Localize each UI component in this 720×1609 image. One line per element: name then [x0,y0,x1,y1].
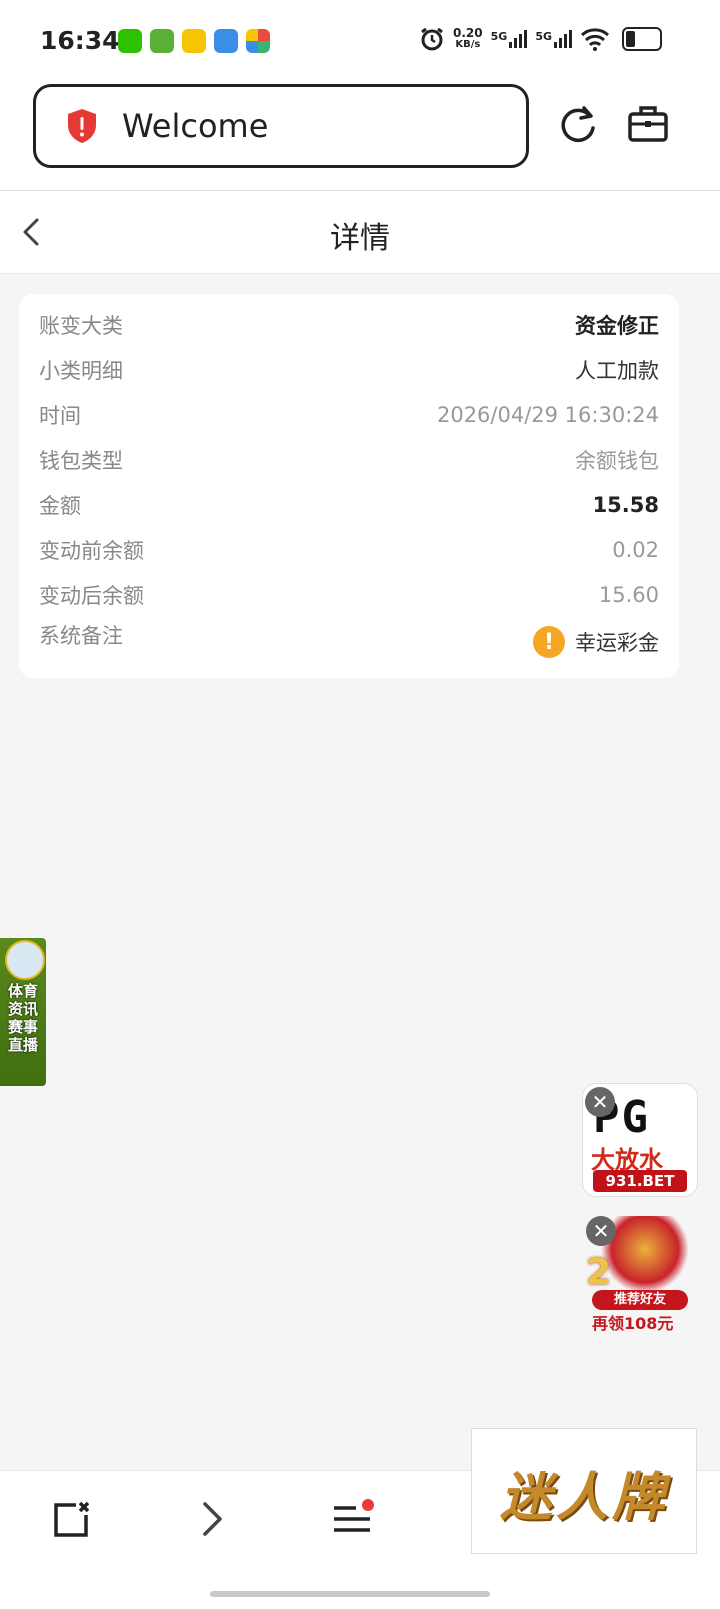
pinwheel-app-icon [246,29,270,53]
sports-news-ad[interactable]: 体育资讯赛事直播 [0,938,46,1086]
brand-logo: 迷人牌 [499,1468,668,1528]
detail-label: 系统备注 [39,624,123,648]
detail-row-amount: 金额 15.58 [39,485,659,525]
wechat-icon [118,29,142,53]
lottery-app-icon [182,29,206,53]
battery-icon [622,27,662,51]
detail-value: 幸运彩金 [575,631,659,655]
wifi-icon [580,28,610,51]
signal-bars-icon [509,30,528,48]
detail-row-subcategory: 小类明细 人工加款 [39,350,659,390]
detail-row-balance-after: 变动后余额 15.60 [39,575,659,615]
detail-label: 变动后余额 [39,584,144,608]
shield-alert-icon[interactable] [66,108,98,144]
transaction-detail-card: 账变大类 资金修正 小类明细 人工加款 时间 2026/04/29 16:30:… [19,294,679,678]
status-time: 16:34 [40,26,120,55]
address-text[interactable]: Welcome [122,107,268,145]
detail-row-remark: 系统备注 ! 幸运彩金 [39,620,659,670]
system-status: 0.20 KB/s 5G 5G [419,26,662,52]
notification-dot [362,1499,374,1511]
address-bar[interactable]: Welcome [33,84,529,168]
remark-value: ! 幸运彩金 [533,626,659,658]
detail-label: 变动前余额 [39,539,144,563]
notification-icons [118,29,270,53]
browser-toolbar: Welcome [0,84,720,191]
detail-value: 资金修正 [575,314,659,338]
close-icon[interactable]: ✕ [585,1087,615,1117]
detail-value: 15.58 [592,493,659,517]
detail-row-balance-before: 变动前余额 0.02 [39,530,659,570]
detail-label: 账变大类 [39,314,123,338]
brand-ad[interactable]: 迷人牌 [471,1428,697,1554]
mascot-icon [5,940,45,980]
page-title: 详情 [330,221,390,256]
signal-bars-icon [554,30,572,48]
refer-bonus: 再领108元 [592,1314,674,1333]
detail-value: 2026/04/29 16:30:24 [436,403,659,427]
detail-label: 小类明细 [39,359,123,383]
reload-icon[interactable] [556,102,600,146]
forward-icon[interactable] [192,1499,232,1539]
toolbox-icon[interactable] [626,102,670,146]
net-speed: 0.20 KB/s [453,26,483,50]
detail-value: 余额钱包 [575,449,659,473]
pg-promo-url: 931.BET [593,1170,687,1192]
close-icon[interactable]: ✕ [586,1216,616,1246]
signal-5g-1: 5G [491,30,528,48]
browser-b-icon [214,29,238,53]
warning-icon: ! [533,626,565,658]
detail-label: 钱包类型 [39,449,123,473]
detail-value: 0.02 [612,538,659,562]
alarm-icon [421,27,443,51]
detail-value: 人工加款 [575,359,659,383]
close-tab-icon[interactable] [52,1499,92,1539]
detail-value: 15.60 [598,583,659,607]
detail-row-time: 时间 2026/04/29 16:30:24 [39,395,659,435]
detail-label: 金额 [39,494,81,518]
detail-row-wallet: 钱包类型 余额钱包 [39,440,659,480]
status-bar: 16:34 0.20 KB/s 5G 5G [0,0,720,84]
detail-row-category: 账变大类 资金修正 [39,305,659,345]
home-indicator[interactable] [210,1591,490,1597]
sports-ad-text: 体育资讯赛事直播 [8,982,39,1054]
refer-title: 推荐好友 [592,1290,688,1310]
task-check-icon [150,29,174,53]
detail-label: 时间 [39,404,81,428]
signal-5g-2: 5G [535,30,572,48]
refer-number: 2 [586,1252,612,1293]
page-header: 详情 [0,191,720,274]
